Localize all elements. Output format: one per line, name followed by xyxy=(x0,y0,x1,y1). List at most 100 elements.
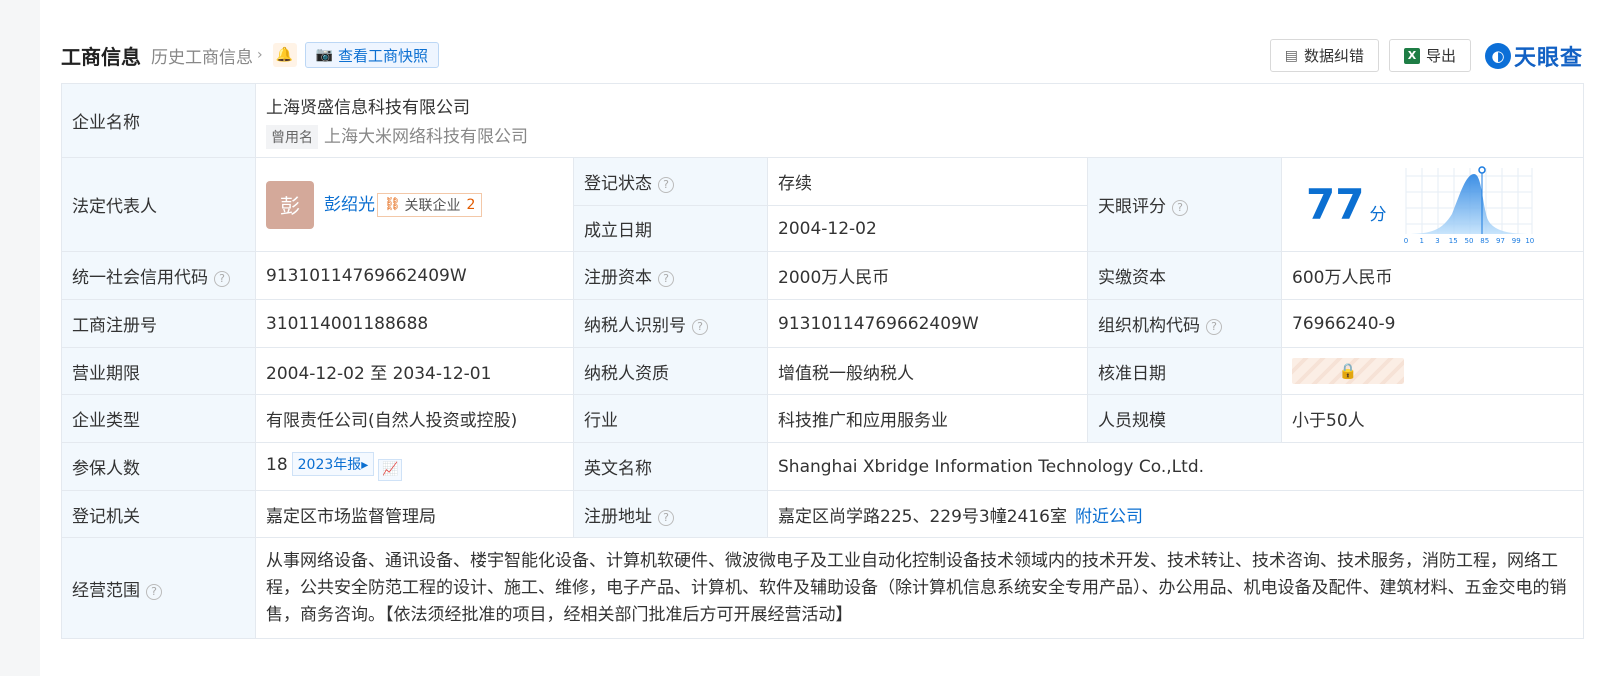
legal-rep-name[interactable]: 彭绍光 xyxy=(324,195,375,215)
reg-no-value: 310114001188688 xyxy=(255,299,574,348)
industry-label: 行业 xyxy=(573,394,768,443)
company-name-cell: 上海贤盛信息科技有限公司 曾用名 上海大米网络科技有限公司 xyxy=(254,83,1585,158)
taxpayer-id-label-cell: 纳税人识别号? xyxy=(573,299,768,348)
reg-status-value: 存续 xyxy=(767,157,1088,206)
org-code-value: 76966240-9 xyxy=(1280,299,1585,348)
history-link-label: 历史工商信息 xyxy=(151,47,253,68)
score-widget: 77 分 0 1 3 15 50 85 97 99 10 xyxy=(1292,164,1573,246)
address-label-cell: 注册地址? xyxy=(573,490,768,538)
reg-no-label: 工商注册号 xyxy=(61,299,256,348)
staff-size-label: 人员规模 xyxy=(1087,394,1282,443)
found-date-label: 成立日期 xyxy=(573,205,768,252)
section-header: 工商信息 历史工商信息 › 🔔 📷 查看工商快照 xyxy=(61,40,440,70)
english-name-label: 英文名称 xyxy=(573,442,768,491)
trend-chart-icon[interactable]: 📈 xyxy=(378,458,403,481)
help-icon[interactable]: ? xyxy=(692,319,708,335)
company-name-label: 企业名称 xyxy=(61,83,256,158)
score-distribution-chart: 0 1 3 15 50 85 97 99 100 xyxy=(1404,165,1534,245)
table-row: 登记机关 嘉定区市场监督管理局 注册地址? 嘉定区尚学路225、229号3幢24… xyxy=(61,490,1585,538)
approve-date-label: 核准日期 xyxy=(1087,347,1282,395)
reg-capital-label: 注册资本 xyxy=(584,268,652,288)
locked-value[interactable]: 🔒 xyxy=(1292,358,1404,384)
address-label: 注册地址 xyxy=(584,506,652,527)
help-icon[interactable]: ? xyxy=(658,177,674,193)
scope-value: 从事网络设备、通讯设备、楼宇智能化设备、计算机软硬件、微波微电子及工业自动化控制… xyxy=(254,537,1585,639)
help-icon[interactable]: ? xyxy=(658,271,674,287)
table-row: 企业类型 有限责任公司(自然人投资或控股) 行业 科技推广和应用服务业 人员规模… xyxy=(61,394,1585,443)
score-label: 天眼评分 xyxy=(1098,197,1166,217)
tax-quality-label: 纳税人资质 xyxy=(573,347,768,395)
table-row: 企业名称 上海贤盛信息科技有限公司 曾用名 上海大米网络科技有限公司 xyxy=(61,83,1585,158)
score-unit: 分 xyxy=(1369,205,1387,225)
avatar[interactable]: 彭 xyxy=(266,180,314,229)
chevron-right-icon: › xyxy=(257,47,263,63)
score-value: 77 xyxy=(1306,180,1365,229)
insured-value: 18 xyxy=(266,455,288,476)
table-row: 营业期限 2004-12-02 至 2034-12-01 纳税人资质 增值税一般… xyxy=(61,347,1585,395)
reg-status-label: 登记状态 xyxy=(584,174,652,194)
address-cell: 嘉定区尚学路225、229号3幢2416室 附近公司 xyxy=(766,490,1585,538)
score-scale-tick: 99 xyxy=(1512,237,1521,245)
score-cell[interactable]: 77 分 0 1 3 15 50 85 97 99 10 xyxy=(1280,157,1585,252)
company-type-value: 有限责任公司(自然人投资或控股) xyxy=(255,394,574,443)
history-link[interactable]: 历史工商信息 › xyxy=(151,43,263,68)
table-row: 经营范围? 从事网络设备、通讯设备、楼宇智能化设备、计算机软硬件、微波微电子及工… xyxy=(61,537,1585,639)
scope-label: 经营范围 xyxy=(72,580,140,601)
org-code-label-cell: 组织机构代码? xyxy=(1087,299,1282,348)
bell-icon[interactable]: 🔔 xyxy=(272,43,297,67)
lock-icon: 🔒 xyxy=(1338,362,1358,380)
score-scale-tick: 1 xyxy=(1420,237,1424,245)
help-icon[interactable]: ? xyxy=(146,583,162,600)
term-value: 2004-12-02 至 2034-12-01 xyxy=(255,347,574,395)
help-icon[interactable]: ? xyxy=(214,271,230,287)
related-company-icon: ⛓ xyxy=(384,197,401,212)
table-row: 法定代表人 彭彭绍光 ⛓关联企业 2 登记状态? 存续 天眼评分? 77 分 xyxy=(61,157,1585,252)
taxpayer-id-value: 91310114769662409W xyxy=(767,299,1088,348)
report-error-button[interactable]: ▤ 数据纠错 xyxy=(1269,39,1379,72)
business-info-table: 企业名称 上海贤盛信息科技有限公司 曾用名 上海大米网络科技有限公司 法定代表人 … xyxy=(61,83,1585,639)
related-count: 2 xyxy=(466,196,476,213)
related-companies-button[interactable]: ⛓ 关联企业 2 xyxy=(377,192,483,217)
logo: ◐ 天眼查 xyxy=(1484,40,1583,72)
document-icon: ▤ xyxy=(1284,47,1298,64)
score-scale-tick: 3 xyxy=(1436,237,1440,245)
org-code-label: 组织机构代码 xyxy=(1098,316,1200,336)
help-icon[interactable]: ? xyxy=(658,509,674,526)
term-label: 营业期限 xyxy=(61,347,256,395)
snapshot-button[interactable]: 📷 查看工商快照 xyxy=(304,42,440,68)
score-scale-tick: 50 xyxy=(1465,237,1474,245)
help-icon[interactable]: ? xyxy=(1172,200,1188,216)
excel-icon: X xyxy=(1403,47,1420,64)
legal-rep-cell: 彭彭绍光 ⛓ 关联企业 2 xyxy=(255,157,574,252)
former-name-tag: 曾用名 xyxy=(266,124,318,149)
score-scale-tick: 15 xyxy=(1449,237,1458,245)
former-name: 上海大米网络科技有限公司 xyxy=(324,126,528,147)
score-label-cell: 天眼评分? xyxy=(1087,157,1282,252)
snapshot-button-label: 查看工商快照 xyxy=(338,46,429,65)
report-error-label: 数据纠错 xyxy=(1303,47,1364,65)
nearby-companies-link[interactable]: 附近公司 xyxy=(1075,507,1143,527)
score-scale-tick: 85 xyxy=(1481,237,1490,245)
industry-value: 科技推广和应用服务业 xyxy=(767,394,1088,443)
reg-status-label-cell: 登记状态? xyxy=(573,157,768,206)
logo-text: 天眼查 xyxy=(1513,45,1583,71)
approve-date-cell: 🔒 xyxy=(1280,347,1585,395)
annual-report-tag[interactable]: 2023年报▸ xyxy=(291,452,375,477)
help-icon[interactable]: ? xyxy=(1206,319,1222,335)
reg-capital-label-cell: 注册资本? xyxy=(573,251,768,300)
table-row: 工商注册号 310114001188688 纳税人识别号? 9131011476… xyxy=(61,299,1585,348)
former-name-row: 曾用名 上海大米网络科技有限公司 xyxy=(266,122,1573,149)
authority-value: 嘉定区市场监督管理局 xyxy=(255,490,574,538)
reg-capital-value: 2000万人民币 xyxy=(767,251,1088,300)
paid-capital-value: 600万人民币 xyxy=(1280,251,1585,300)
table-row: 统一社会信用代码? 91310114769662409W 注册资本? 2000万… xyxy=(61,251,1585,300)
table-row: 参保人数 18 2023年报▸ 📈 英文名称 Shanghai Xbridge In… xyxy=(61,442,1585,491)
found-date-value: 2004-12-02 xyxy=(767,205,1088,252)
address-value: 嘉定区尚学路225、229号3幢2416室 xyxy=(778,506,1067,527)
section-title: 工商信息 xyxy=(61,44,141,69)
score-scale-tick: 0 xyxy=(1404,237,1408,245)
paid-capital-label: 实缴资本 xyxy=(1087,251,1282,300)
header-actions: ▤ 数据纠错 X 导出 ◐ 天眼查 xyxy=(1269,39,1583,72)
logo-mark-icon: ◐ xyxy=(1484,42,1511,69)
export-button[interactable]: X 导出 xyxy=(1388,39,1471,72)
